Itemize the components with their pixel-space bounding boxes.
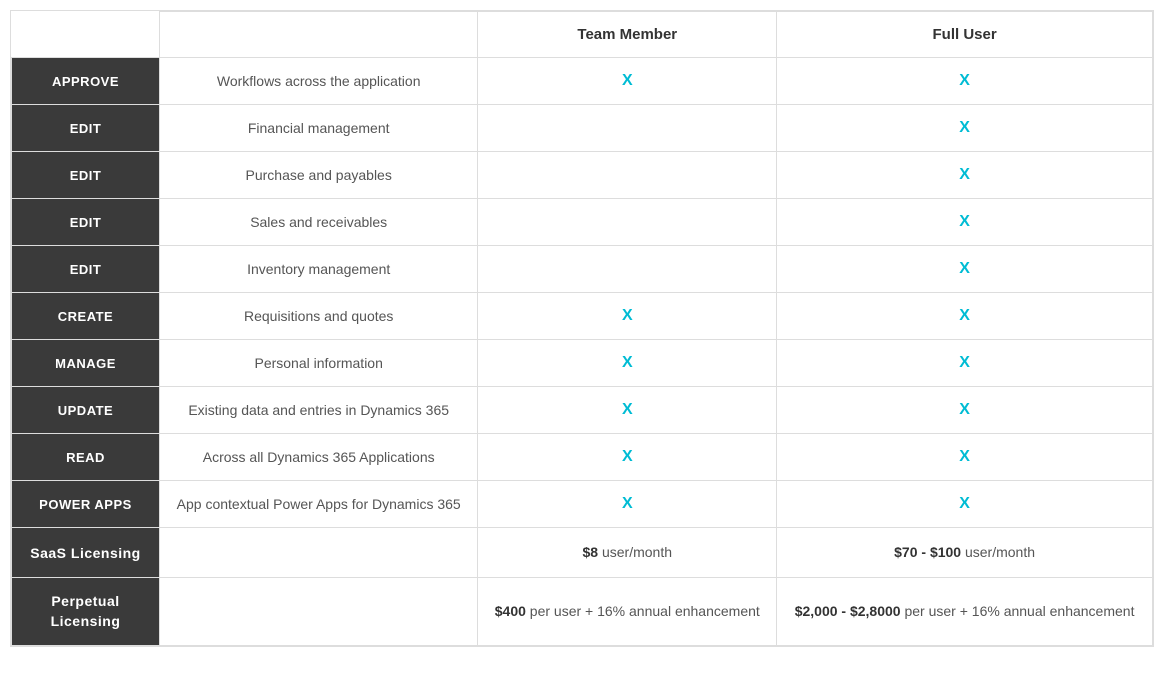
full-user-header: Full User bbox=[777, 12, 1153, 58]
check-icon: X bbox=[959, 119, 970, 136]
action-cell: EDIT bbox=[12, 152, 160, 199]
team-member-header: Team Member bbox=[478, 12, 777, 58]
check-icon: X bbox=[959, 72, 970, 89]
full-user-cell: X bbox=[777, 152, 1153, 199]
description-cell: Existing data and entries in Dynamics 36… bbox=[160, 387, 478, 434]
description-cell: Inventory management bbox=[160, 246, 478, 293]
table-row: EDITSales and receivables X bbox=[12, 199, 1153, 246]
check-icon: X bbox=[622, 401, 633, 418]
table-row: POWER APPSApp contextual Power Apps for … bbox=[12, 481, 1153, 528]
check-icon: X bbox=[959, 260, 970, 277]
team-member-cell: X bbox=[478, 434, 777, 481]
full-user-cell: X bbox=[777, 481, 1153, 528]
table-row: READAcross all Dynamics 365 Applications… bbox=[12, 434, 1153, 481]
description-cell: Requisitions and quotes bbox=[160, 293, 478, 340]
check-icon: X bbox=[959, 354, 970, 371]
description-cell: Personal information bbox=[160, 340, 478, 387]
team-member-cell: X bbox=[478, 387, 777, 434]
perpetual-desc bbox=[160, 578, 478, 646]
check-icon: X bbox=[959, 213, 970, 230]
description-cell: Purchase and payables bbox=[160, 152, 478, 199]
full-user-cell: X bbox=[777, 387, 1153, 434]
col2-header bbox=[160, 12, 478, 58]
action-cell: READ bbox=[12, 434, 160, 481]
full-user-cell: X bbox=[777, 246, 1153, 293]
perpetual-licensing-row: PerpetualLicensing $400 per user + 16% an… bbox=[12, 578, 1153, 646]
full-user-cell: X bbox=[777, 293, 1153, 340]
team-member-cell bbox=[478, 246, 777, 293]
team-member-cell bbox=[478, 152, 777, 199]
table-row: EDITPurchase and payables X bbox=[12, 152, 1153, 199]
table-row: CREATERequisitions and quotes X X bbox=[12, 293, 1153, 340]
action-cell: APPROVE bbox=[12, 58, 160, 105]
check-icon: X bbox=[622, 72, 633, 89]
check-icon: X bbox=[959, 307, 970, 324]
team-member-cell: X bbox=[478, 481, 777, 528]
check-icon: X bbox=[959, 166, 970, 183]
action-cell: EDIT bbox=[12, 105, 160, 152]
description-cell: Financial management bbox=[160, 105, 478, 152]
perpetual-label: PerpetualLicensing bbox=[12, 578, 160, 646]
action-cell: EDIT bbox=[12, 199, 160, 246]
saas-desc bbox=[160, 528, 478, 578]
table-row: UPDATEExisting data and entries in Dynam… bbox=[12, 387, 1153, 434]
check-icon: X bbox=[622, 354, 633, 371]
team-member-cell bbox=[478, 105, 777, 152]
col1-header bbox=[12, 12, 160, 58]
table-row: APPROVEWorkflows across the application X… bbox=[12, 58, 1153, 105]
action-cell: CREATE bbox=[12, 293, 160, 340]
perpetual-full-price: $2,000 - $2,8000 per user + 16% annual e… bbox=[777, 578, 1153, 646]
perpetual-team-price: $400 per user + 16% annual enhancement bbox=[478, 578, 777, 646]
description-cell: Sales and receivables bbox=[160, 199, 478, 246]
description-cell: Across all Dynamics 365 Applications bbox=[160, 434, 478, 481]
saas-full-price: $70 - $100 user/month bbox=[777, 528, 1153, 578]
description-cell: App contextual Power Apps for Dynamics 3… bbox=[160, 481, 478, 528]
team-member-cell: X bbox=[478, 340, 777, 387]
check-icon: X bbox=[622, 307, 633, 324]
check-icon: X bbox=[622, 495, 633, 512]
action-cell: POWER APPS bbox=[12, 481, 160, 528]
action-cell: EDIT bbox=[12, 246, 160, 293]
saas-licensing-row: SaaS Licensing $8 user/month$70 - $100 us… bbox=[12, 528, 1153, 578]
check-icon: X bbox=[959, 495, 970, 512]
action-cell: MANAGE bbox=[12, 340, 160, 387]
table-row: MANAGEPersonal information X X bbox=[12, 340, 1153, 387]
full-user-cell: X bbox=[777, 434, 1153, 481]
check-icon: X bbox=[959, 448, 970, 465]
action-cell: UPDATE bbox=[12, 387, 160, 434]
full-user-cell: X bbox=[777, 340, 1153, 387]
saas-label: SaaS Licensing bbox=[12, 528, 160, 578]
check-icon: X bbox=[622, 448, 633, 465]
team-member-cell: X bbox=[478, 293, 777, 340]
saas-team-price: $8 user/month bbox=[478, 528, 777, 578]
description-cell: Workflows across the application bbox=[160, 58, 478, 105]
table-row: EDITFinancial management X bbox=[12, 105, 1153, 152]
full-user-cell: X bbox=[777, 199, 1153, 246]
table-row: EDITInventory management X bbox=[12, 246, 1153, 293]
full-user-cell: X bbox=[777, 105, 1153, 152]
comparison-table: Team Member Full User APPROVEWorkflows a… bbox=[10, 10, 1154, 647]
team-member-cell bbox=[478, 199, 777, 246]
team-member-cell: X bbox=[478, 58, 777, 105]
check-icon: X bbox=[959, 401, 970, 418]
full-user-cell: X bbox=[777, 58, 1153, 105]
